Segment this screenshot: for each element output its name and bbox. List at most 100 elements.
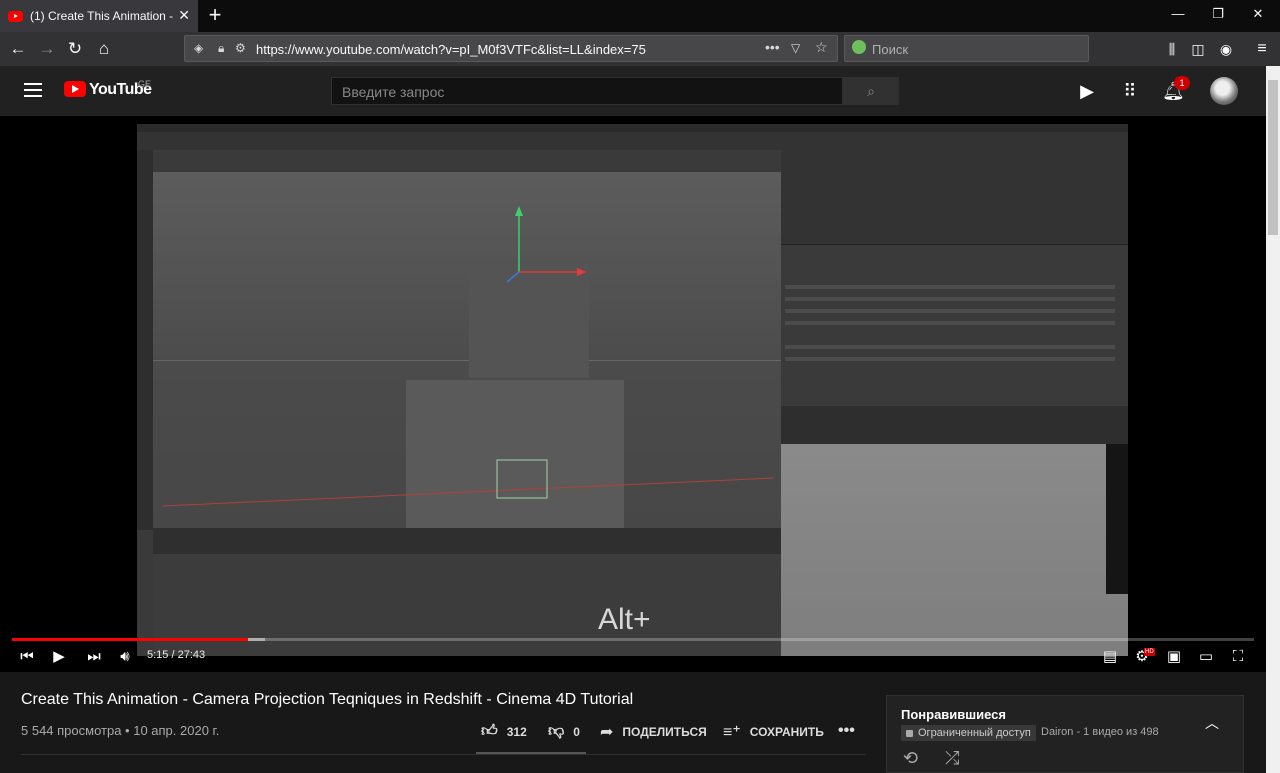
c4d-menubar xyxy=(137,124,1128,132)
attr-row xyxy=(785,297,1115,301)
attr-row xyxy=(785,309,1115,313)
dislike-count: 0 xyxy=(573,724,580,739)
browser-tabbar: (1) Create This Animation - Cam ✕ + — ❐ … xyxy=(0,0,1280,32)
browser-search-placeholder: Поиск xyxy=(872,42,909,57)
youtube-search-button[interactable]: ⌕ xyxy=(843,77,899,105)
player-controls: ⏮ ▶ ⏭ 🔊︎ 5:15 / 27:43 ▤ ⚙ HD ▣ ▭ ⛶ xyxy=(0,644,1266,672)
forward-arrow-icon[interactable]: → xyxy=(35,38,59,60)
video-title: Create This Animation - Camera Projectio… xyxy=(21,691,634,708)
more-dots-icon: ••• xyxy=(838,722,855,739)
account-icon[interactable]: ◉ xyxy=(1214,38,1238,60)
url-text[interactable]: https://www.youtube.com/watch?v=pI_M0f3V… xyxy=(256,42,646,57)
country-code: GE xyxy=(138,79,152,89)
window-minimize-button[interactable]: — xyxy=(1168,6,1188,21)
youtube-header: YouTube GE Введите запрос ⌕ ▶︎ ⠿ 🔔︎ 1 xyxy=(0,66,1266,116)
play-icon[interactable]: ▶ xyxy=(48,646,70,668)
progress-played xyxy=(12,638,248,641)
share-button[interactable]: ➦ ПОДЕЛИТЬСЯ xyxy=(600,722,707,742)
home-icon[interactable]: ⌂ xyxy=(92,38,116,60)
c4d-left-toolbar xyxy=(137,150,153,530)
subtitles-icon[interactable]: ▤ xyxy=(1099,646,1121,668)
attr-row xyxy=(785,357,1115,361)
browser-navbar: ← → ↻ ⌂ ◈ 🔒︎ ⚙ https://www.youtube.com/w… xyxy=(0,32,1280,66)
new-tab-button[interactable]: + xyxy=(204,3,226,27)
notification-badge: 1 xyxy=(1174,76,1190,90)
save-label: СОХРАНИТЬ xyxy=(749,725,824,739)
c4d-timeline xyxy=(153,528,781,554)
theater-mode-icon[interactable]: ▭ xyxy=(1195,646,1217,668)
playlist-meta: Dairon - 1 видео из 498 xyxy=(1041,726,1159,738)
c4d-render-view xyxy=(781,444,1128,656)
time-display: 5:15 / 27:43 xyxy=(147,649,206,661)
like-button[interactable]: 👍︎ 312 xyxy=(481,722,527,741)
url-bar[interactable]: ◈ 🔒︎ ⚙ https://www.youtube.com/watch?v=p… xyxy=(184,35,838,62)
youtube-logo-icon[interactable] xyxy=(64,81,86,97)
guide-menu-icon[interactable] xyxy=(24,83,42,97)
window-restore-button[interactable]: ❐ xyxy=(1208,6,1228,22)
apps-grid-icon[interactable]: ⠿ xyxy=(1119,80,1141,102)
c4d-viewport xyxy=(153,172,781,528)
reload-icon[interactable]: ↻ xyxy=(63,38,87,60)
fullscreen-icon[interactable]: ⛶ xyxy=(1227,646,1249,668)
c4d-toolbar xyxy=(137,132,781,150)
miniplayer-icon[interactable]: ▣ xyxy=(1163,646,1185,668)
page-scrollbar[interactable] xyxy=(1266,66,1280,773)
permissions-icon[interactable]: ⚙ xyxy=(235,41,246,55)
window-close-button[interactable]: ✕ xyxy=(1248,6,1268,22)
attr-row xyxy=(785,285,1115,289)
lock-icon[interactable]: 🔒︎ xyxy=(218,41,224,56)
search-engine-icon xyxy=(852,40,866,54)
shuffle-icon[interactable]: ⤮ xyxy=(945,748,959,769)
thumbs-up-icon: 👍︎ xyxy=(481,723,498,740)
c4d-attribute-manager xyxy=(781,244,1128,406)
scrollbar-thumb[interactable] xyxy=(1268,80,1278,235)
keystroke-overlay: Alt+ xyxy=(598,603,651,636)
back-arrow-icon[interactable]: ← xyxy=(6,38,30,60)
youtube-favicon-icon xyxy=(8,10,23,22)
render-view-dark-region xyxy=(1106,444,1128,594)
browser-menu-icon[interactable]: ≡ xyxy=(1250,38,1274,60)
viewport-gizmos xyxy=(162,206,774,507)
attr-row xyxy=(785,321,1115,325)
c4d-render-view-toolbar xyxy=(781,406,1128,444)
like-count: 312 xyxy=(506,724,527,739)
playlist-panel: Понравившиеся Ограниченный доступ Dairon… xyxy=(886,695,1244,773)
sidebar-icon[interactable]: ◫ xyxy=(1186,38,1210,60)
share-arrow-icon: ➦ xyxy=(600,724,614,741)
loop-icon[interactable]: ⟲ xyxy=(903,748,918,769)
avatar[interactable] xyxy=(1210,77,1238,105)
video-frame[interactable]: Alt+ xyxy=(137,124,1128,656)
thumbs-down-icon: 👎︎ xyxy=(548,723,565,740)
previous-icon[interactable]: ⏮ xyxy=(16,646,38,668)
pocket-icon[interactable]: ▽ xyxy=(791,41,800,55)
tab-title: (1) Create This Animation - Cam xyxy=(30,9,175,23)
views-and-date: 5 544 просмотра • 10 апр. 2020 г. xyxy=(21,723,220,738)
browser-search-field[interactable]: Поиск xyxy=(844,35,1089,62)
search-icon: ⌕ xyxy=(867,83,875,99)
next-icon[interactable]: ⏭ xyxy=(83,646,105,668)
playlist-add-icon: ≡⁺ xyxy=(723,724,741,741)
save-button[interactable]: ≡⁺ СОХРАНИТЬ xyxy=(723,722,824,742)
share-label: ПОДЕЛИТЬСЯ xyxy=(622,725,707,739)
video-player[interactable]: Alt+ ⏮ ▶ ⏭ 🔊︎ 5:15 / 27:43 ▤ ⚙ HD ▣ ▭ ⛶ xyxy=(0,116,1266,672)
dislike-button[interactable]: 👎︎ 0 xyxy=(548,722,580,741)
volume-icon[interactable]: 🔊︎ xyxy=(114,646,136,668)
progress-bar[interactable] xyxy=(12,638,1254,641)
shield-icon[interactable]: ◈ xyxy=(194,41,203,55)
youtube-search-placeholder: Введите запрос xyxy=(342,84,445,100)
create-video-icon[interactable]: ▶︎ xyxy=(1076,80,1098,102)
page-actions-icon[interactable]: ••• xyxy=(765,39,780,55)
playlist-title[interactable]: Понравившиеся xyxy=(901,707,1006,722)
library-icon[interactable]: ⫼ xyxy=(1160,38,1184,60)
chevron-up-icon[interactable]: ︿ xyxy=(1205,713,1219,733)
youtube-search-input[interactable]: Введите запрос xyxy=(331,77,843,105)
hd-badge: HD xyxy=(1144,648,1155,656)
c4d-object-manager xyxy=(781,132,1128,244)
bookmark-star-icon[interactable]: ☆ xyxy=(815,39,828,56)
divider xyxy=(21,754,866,755)
more-actions-button[interactable]: ••• xyxy=(838,722,864,740)
browser-tab[interactable]: (1) Create This Animation - Cam ✕ xyxy=(0,0,198,32)
attr-row xyxy=(785,345,1115,349)
privacy-badge: Ограниченный доступ xyxy=(901,725,1036,741)
tab-close-icon[interactable]: ✕ xyxy=(178,7,190,24)
